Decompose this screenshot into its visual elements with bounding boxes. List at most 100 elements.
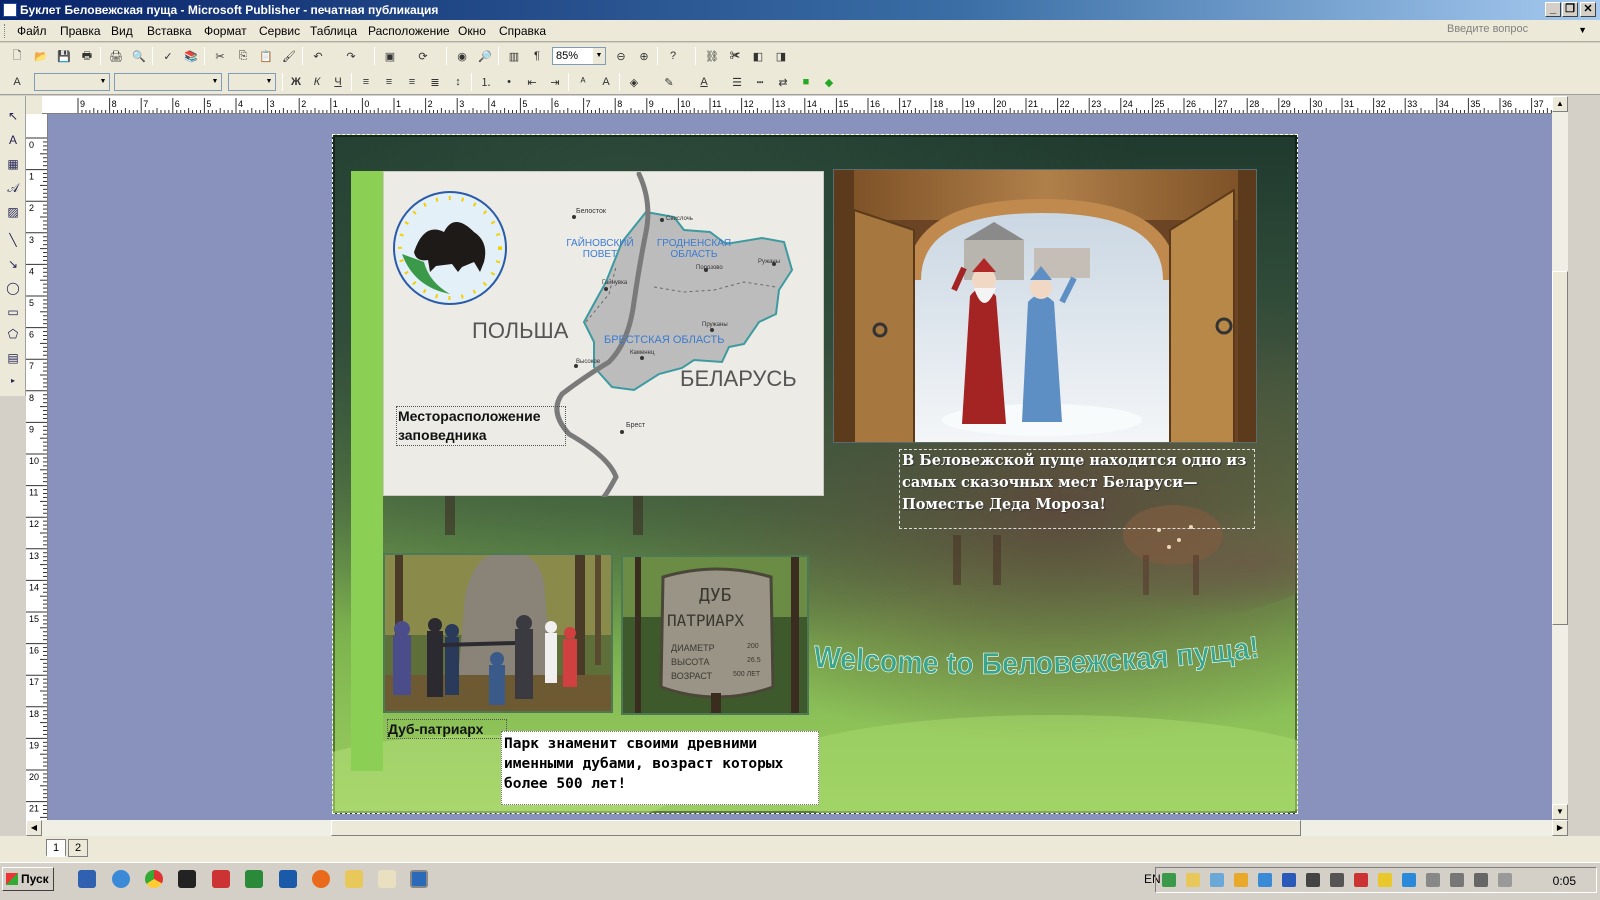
pilcrow-icon[interactable]: ¶ <box>528 47 546 65</box>
folder-tray-icon[interactable] <box>1186 873 1200 887</box>
help-tray-icon[interactable] <box>1402 873 1416 887</box>
welcome-wordart[interactable]: Welcome to Беловежская пуща! <box>813 625 1273 685</box>
help-icon[interactable]: ? <box>664 47 682 65</box>
increase-indent-icon[interactable]: ⇥ <box>546 73 564 91</box>
display-tray-icon[interactable] <box>1330 873 1344 887</box>
arrow-style-icon[interactable]: ⇄ <box>774 73 792 91</box>
zoom-in-icon[interactable]: ⊕ <box>635 47 653 65</box>
menu-tools[interactable]: Сервис <box>259 24 300 38</box>
oak-patriarch-photo[interactable] <box>383 553 613 713</box>
horizontal-scroll-thumb[interactable] <box>331 820 1301 836</box>
close-button[interactable]: ✕ <box>1580 2 1596 17</box>
santa-estate-text[interactable]: В Беловежской пуще находится одно из сам… <box>899 449 1255 529</box>
scroll-down-icon[interactable]: ▼ <box>1552 804 1568 820</box>
menubar-grip[interactable] <box>4 24 7 38</box>
new-icon[interactable]: 🗋 <box>8 47 26 65</box>
numbering-icon[interactable]: ⒈ <box>477 73 495 91</box>
decrease-indent-icon[interactable]: ⇤ <box>523 73 541 91</box>
increase-font-icon[interactable]: A <box>597 73 615 91</box>
volume-tray-icon[interactable] <box>1498 873 1512 887</box>
line-tool-icon[interactable]: ╲ <box>3 230 23 250</box>
fill-color-icon[interactable]: ◈ <box>625 73 643 91</box>
zoom-page-icon[interactable]: 🔎 <box>476 47 494 65</box>
design-gallery-icon[interactable]: ▤ <box>3 348 23 368</box>
objects-toolbar-more-icon[interactable]: ▸ <box>3 370 23 390</box>
chrome-icon[interactable] <box>145 870 163 888</box>
horizontal-scrollbar[interactable]: ◀ ▶ <box>26 820 1568 836</box>
internet-explorer-icon[interactable] <box>112 870 130 888</box>
help-search-box[interactable]: Введите вопрос ▼ <box>1447 23 1587 39</box>
update-tray-icon[interactable] <box>1258 873 1272 887</box>
publisher-task-icon[interactable] <box>410 870 428 888</box>
menu-help[interactable]: Справка <box>499 24 546 38</box>
device-tray-icon[interactable] <box>1450 873 1464 887</box>
pdf-reader-icon[interactable] <box>212 870 230 888</box>
security-tray-icon[interactable] <box>1162 873 1176 887</box>
bullets-icon[interactable]: • <box>500 73 518 91</box>
publisher-app-icon[interactable] <box>3 3 17 17</box>
battery-tray-icon[interactable] <box>1234 873 1248 887</box>
minimize-button[interactable]: _ <box>1545 2 1561 17</box>
menu-insert[interactable]: Вставка <box>147 24 192 38</box>
save-icon[interactable]: 💾 <box>55 47 73 65</box>
page-tab-2[interactable]: 2 <box>68 839 88 857</box>
cut-icon[interactable]: ✂ <box>211 47 229 65</box>
command-prompt-icon[interactable] <box>178 870 196 888</box>
bring-to-front-icon[interactable]: ▣ <box>381 47 399 65</box>
format-painter-icon[interactable]: 🖌 <box>280 47 298 65</box>
zoom-out-icon[interactable]: ⊖ <box>612 47 630 65</box>
link-textbox-icon[interactable]: ⛓ <box>703 47 721 65</box>
print-setup-icon[interactable]: 🖶 <box>78 47 96 65</box>
columns-icon[interactable]: ▥ <box>505 47 523 65</box>
print-icon[interactable]: 🖨 <box>107 47 125 65</box>
scroll-left-icon[interactable]: ◀ <box>26 820 42 836</box>
unlink-textbox-icon[interactable]: ✀ <box>726 47 744 65</box>
signal-tray-icon[interactable] <box>1474 873 1488 887</box>
page-tab-1[interactable]: 1 <box>46 839 66 857</box>
align-right-icon[interactable]: ≡ <box>403 73 421 91</box>
decrease-font-icon[interactable]: ᴬ <box>574 73 592 91</box>
menu-file[interactable]: Файл <box>17 24 47 38</box>
align-center-icon[interactable]: ≡ <box>380 73 398 91</box>
font-dropdown-icon[interactable]: ▼ <box>209 74 221 90</box>
map-caption[interactable]: Месторасположение заповедника <box>396 406 566 446</box>
line-style-icon[interactable]: ☰ <box>728 73 746 91</box>
textbox-tool-icon[interactable]: A <box>3 130 23 150</box>
notepad-icon[interactable] <box>378 870 396 888</box>
underline-icon[interactable]: Ч <box>329 73 347 91</box>
menu-edit[interactable]: Правка <box>60 24 101 38</box>
dash-style-icon[interactable]: ┅ <box>751 73 769 91</box>
restore-button[interactable]: ❐ <box>1562 2 1578 17</box>
help-dropdown-icon[interactable]: ▼ <box>1578 25 1587 35</box>
line-color-icon[interactable]: ✎ <box>660 73 678 91</box>
scroll-up-icon[interactable]: ▲ <box>1552 96 1568 112</box>
italic-icon[interactable]: К <box>308 73 326 91</box>
align-left-icon[interactable]: ≡ <box>357 73 375 91</box>
photoshop-icon[interactable] <box>279 870 297 888</box>
antivirus-tray-icon[interactable] <box>1354 873 1368 887</box>
shadow-icon[interactable]: ■ <box>797 73 815 91</box>
oak-caption[interactable]: Дуб-патриарх <box>387 719 507 739</box>
style-select[interactable]: ▼ <box>34 73 110 91</box>
flag-tray-icon[interactable] <box>1426 873 1440 887</box>
font-size-dropdown-icon[interactable]: ▼ <box>263 74 275 90</box>
picture-tool-icon[interactable]: ▨ <box>3 202 23 222</box>
bold-icon[interactable]: Ж <box>287 73 305 91</box>
spreadsheet-icon[interactable] <box>245 870 263 888</box>
horizontal-ruler[interactable]: 9 8 7 6 5 4 3 2 1 0 1 2 3 4 5 6 7 8 9 10 11 12 13 14 15 16 17 18 19 2… <box>42 96 1552 114</box>
firefox-icon[interactable] <box>312 870 330 888</box>
save-disk-icon[interactable] <box>78 870 96 888</box>
undo-icon[interactable]: ↶ <box>309 47 327 65</box>
paste-icon[interactable]: 📋 <box>257 47 275 65</box>
select-pointer-icon[interactable]: ↖ <box>3 106 23 126</box>
autoshapes-tool-icon[interactable]: ⬠ <box>3 324 23 344</box>
font-select[interactable]: ▼ <box>114 73 222 91</box>
next-textbox-icon[interactable]: ◨ <box>772 47 790 65</box>
oak-sign-photo[interactable]: ДУБ ПАТРИАРХ ДИАМЕТР ВЫСОТА ВОЗРАСТ 200 … <box>621 555 809 715</box>
print-preview-icon[interactable]: 🔍 <box>130 47 148 65</box>
network-tray-icon[interactable] <box>1210 873 1224 887</box>
wordart-tool-icon[interactable]: 𝒜 <box>3 178 23 198</box>
zoom-dropdown-icon[interactable]: ▼ <box>593 48 605 64</box>
redo-icon[interactable]: ↷ <box>342 47 360 65</box>
oval-tool-icon[interactable]: ◯ <box>3 278 23 298</box>
